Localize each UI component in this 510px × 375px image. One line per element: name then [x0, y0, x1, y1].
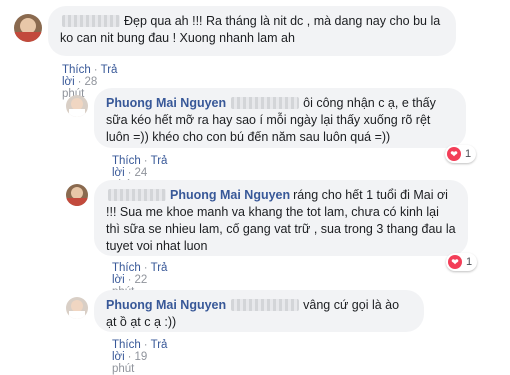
censored-name	[231, 298, 300, 311]
like-button[interactable]: Thích	[112, 339, 141, 351]
comment-bubble: Phuong Mai Nguyen ôi công nhận c ạ, e thấ…	[94, 88, 466, 148]
avatar[interactable]	[66, 184, 88, 206]
reaction-count[interactable]: ❤ 1	[446, 253, 478, 271]
like-button[interactable]: Thích	[112, 262, 141, 274]
like-button[interactable]: Thích	[62, 64, 91, 76]
comment-bubble: Phuong Mai Nguyen vâng cứ gọi là ào ạt ồ …	[94, 290, 424, 332]
like-button[interactable]: Thích	[112, 155, 141, 167]
tagged-user[interactable]: Phuong Mai Nguyen	[170, 188, 290, 202]
comment-author[interactable]: Phuong Mai Nguyen	[106, 96, 226, 110]
reaction-count[interactable]: ❤ 1	[445, 145, 477, 163]
avatar[interactable]	[66, 297, 88, 319]
comment-bubble: Phuong Mai Nguyen ráng cho hết 1 tuổi đi …	[94, 180, 468, 256]
censored-name	[108, 188, 166, 201]
comment-bubble: Đẹp qua ah !!! Ra tháng là nit dc , mà d…	[48, 6, 456, 56]
avatar[interactable]	[66, 95, 88, 117]
avatar[interactable]	[14, 14, 42, 42]
heart-icon: ❤	[448, 255, 462, 269]
heart-icon: ❤	[447, 147, 461, 161]
comment-author[interactable]: Phuong Mai Nguyen	[106, 298, 226, 312]
comment-actions: Thích · Trả lời · 19 phút	[112, 339, 168, 375]
censored-name	[231, 96, 300, 109]
censored-name	[62, 14, 120, 27]
